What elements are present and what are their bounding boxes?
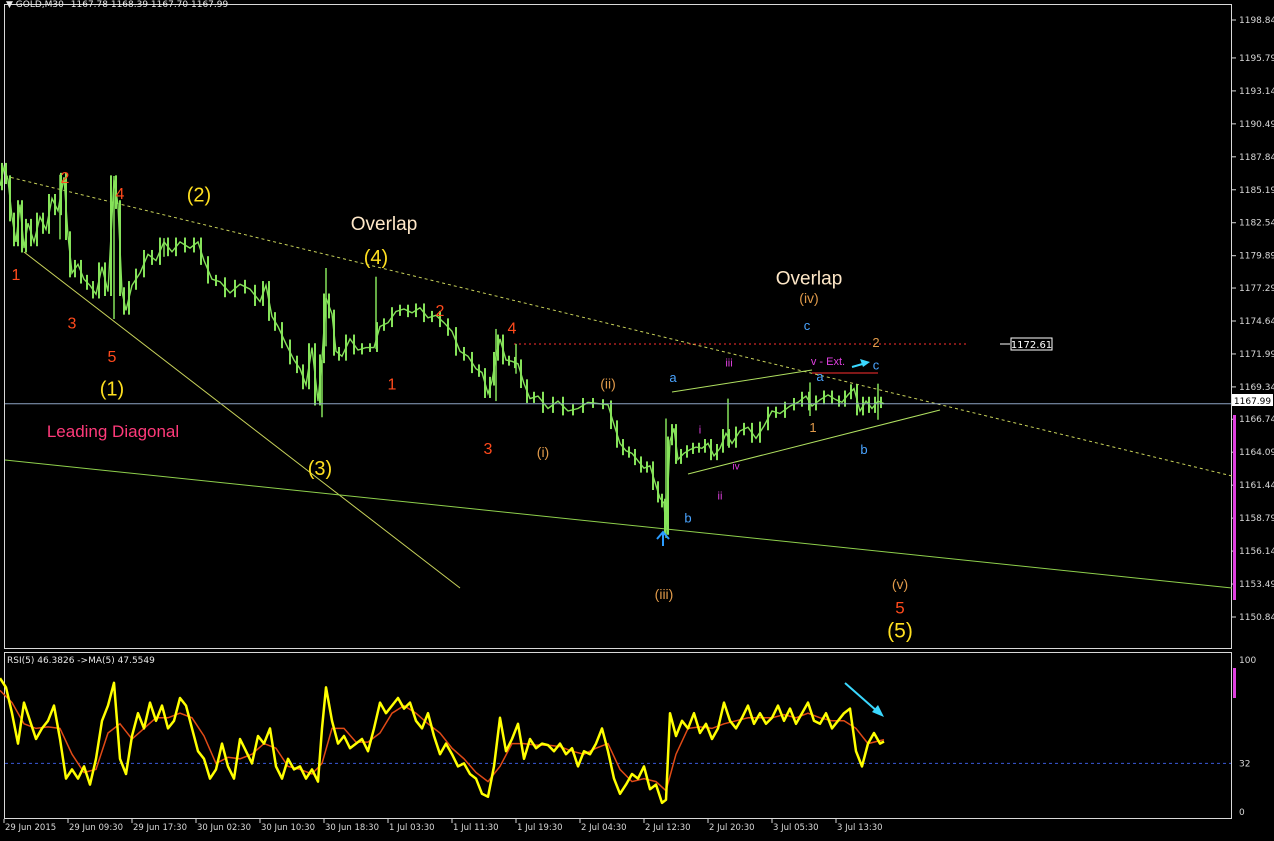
price-tick-label: 1198.84 xyxy=(1239,16,1274,26)
wave-label: a xyxy=(816,369,824,384)
volume-marker-bar xyxy=(1233,415,1236,600)
wave-label: 1 xyxy=(809,420,816,435)
wave-label: i xyxy=(699,425,701,437)
time-tick-label: 3 Jul 05:30 xyxy=(773,823,819,833)
ohlc-values: 1167.78 1168.39 1167.70 1167.99 xyxy=(70,0,229,10)
time-tick-label: 30 Jun 18:30 xyxy=(325,823,379,833)
dropdown-triangle-icon[interactable]: ▼ xyxy=(6,0,13,10)
wave-label: iii xyxy=(725,357,732,369)
wave-label: 2 xyxy=(436,303,445,320)
price-tick-label: 1156.14 xyxy=(1239,547,1274,557)
price-tick-label: 1190.49 xyxy=(1239,120,1274,130)
wave-label: 5 xyxy=(895,598,904,617)
chart-header: ▼ GOLD,M30 1167.78 1168.39 1167.70 1167.… xyxy=(6,0,228,10)
wave-label: (1) xyxy=(100,379,124,401)
symbol-label: GOLD,M30 xyxy=(15,0,64,10)
wave-label: 4 xyxy=(508,320,517,337)
wave-label: 2 xyxy=(61,170,70,187)
time-tick-label: 29 Jun 2015 xyxy=(5,823,56,833)
price-tick-label: 1169.34 xyxy=(1239,383,1274,393)
wave-label: (iv) xyxy=(799,290,818,306)
wave-label: a xyxy=(669,370,677,385)
price-tick-label: 1182.54 xyxy=(1239,219,1274,229)
price-tick-label: 1150.84 xyxy=(1239,613,1274,623)
wave-label: iv xyxy=(732,461,739,472)
wave-label: 2 xyxy=(872,335,879,350)
time-tick-label: 3 Jul 13:30 xyxy=(837,823,883,833)
price-tick-label: 1166.74 xyxy=(1239,415,1274,425)
price-tick-label: 1179.89 xyxy=(1239,252,1274,262)
price-tick-label: 1193.14 xyxy=(1239,87,1274,97)
wave-label: b xyxy=(860,442,867,457)
price-tick-label: 1171.99 xyxy=(1239,350,1274,360)
wave-label: 3 xyxy=(68,315,77,332)
rsi-tick-label: 100 xyxy=(1239,656,1256,666)
time-tick-label: 30 Jun 02:30 xyxy=(197,823,251,833)
price-label: 1172.61 xyxy=(1011,340,1052,351)
wave-label: (ii) xyxy=(600,376,616,392)
wave-label: (4) xyxy=(364,247,388,269)
rsi-header: RSI(5) 46.3826 ->MA(5) 47.5549 xyxy=(7,656,155,666)
wave-label: 1 xyxy=(12,267,21,284)
wave-label: (iii) xyxy=(655,586,674,602)
time-tick-label: 1 Jul 03:30 xyxy=(389,823,435,833)
wave-label: v - Ext. xyxy=(811,356,845,368)
wave-label: c xyxy=(804,318,811,333)
wave-label: Overlap xyxy=(776,269,843,290)
trading-chart[interactable]: 1198.84 1195.79 1193.14 1190.49 1187.84 1185.… xyxy=(0,0,1274,841)
wave-label: (i) xyxy=(537,444,549,460)
wave-label: Overlap xyxy=(351,214,418,235)
wave-label: c xyxy=(873,358,880,373)
wave-label: b xyxy=(684,511,691,526)
price-tick-label: 1185.19 xyxy=(1239,186,1274,196)
time-tick-label: 2 Jul 04:30 xyxy=(581,823,627,833)
wave-label: 4 xyxy=(116,186,125,203)
price-tick-label: 1161.44 xyxy=(1239,481,1274,491)
chart-background xyxy=(0,0,1274,841)
rsi-tick-label: 0 xyxy=(1239,808,1245,818)
wave-label: (5) xyxy=(887,619,913,642)
price-tick-label: 1174.64 xyxy=(1239,317,1274,327)
price-tick-label: 1195.79 xyxy=(1239,54,1274,64)
time-tick-label: 2 Jul 12:30 xyxy=(645,823,691,833)
time-tick-label: 29 Jun 09:30 xyxy=(69,823,123,833)
price-tick-label: 1164.09 xyxy=(1239,448,1274,458)
time-tick-label: 30 Jun 10:30 xyxy=(261,823,315,833)
price-tick-label: 1158.79 xyxy=(1239,514,1274,524)
wave-label: 3 xyxy=(484,441,493,458)
time-tick-label: 29 Jun 17:30 xyxy=(133,823,187,833)
rsi-tick-label: 32 xyxy=(1239,759,1250,769)
time-tick-label: 2 Jul 20:30 xyxy=(709,823,755,833)
wave-label: Leading Diagonal xyxy=(47,422,179,441)
current-price-label: 1167.99 xyxy=(1234,397,1271,407)
time-tick-label: 1 Jul 11:30 xyxy=(453,823,499,833)
wave-label: (3) xyxy=(308,458,332,480)
time-tick-label: 1 Jul 19:30 xyxy=(517,823,563,833)
wave-label: ii xyxy=(718,490,723,502)
price-tick-label: 1187.84 xyxy=(1239,153,1274,163)
wave-label: 1 xyxy=(388,376,397,393)
price-tick-label: 1153.49 xyxy=(1239,580,1274,590)
wave-label: (v) xyxy=(892,576,908,592)
wave-label: (2) xyxy=(187,185,211,207)
rsi-marker-bar xyxy=(1233,668,1236,698)
price-tick-label: 1177.29 xyxy=(1239,284,1274,294)
wave-label: 5 xyxy=(108,349,117,366)
